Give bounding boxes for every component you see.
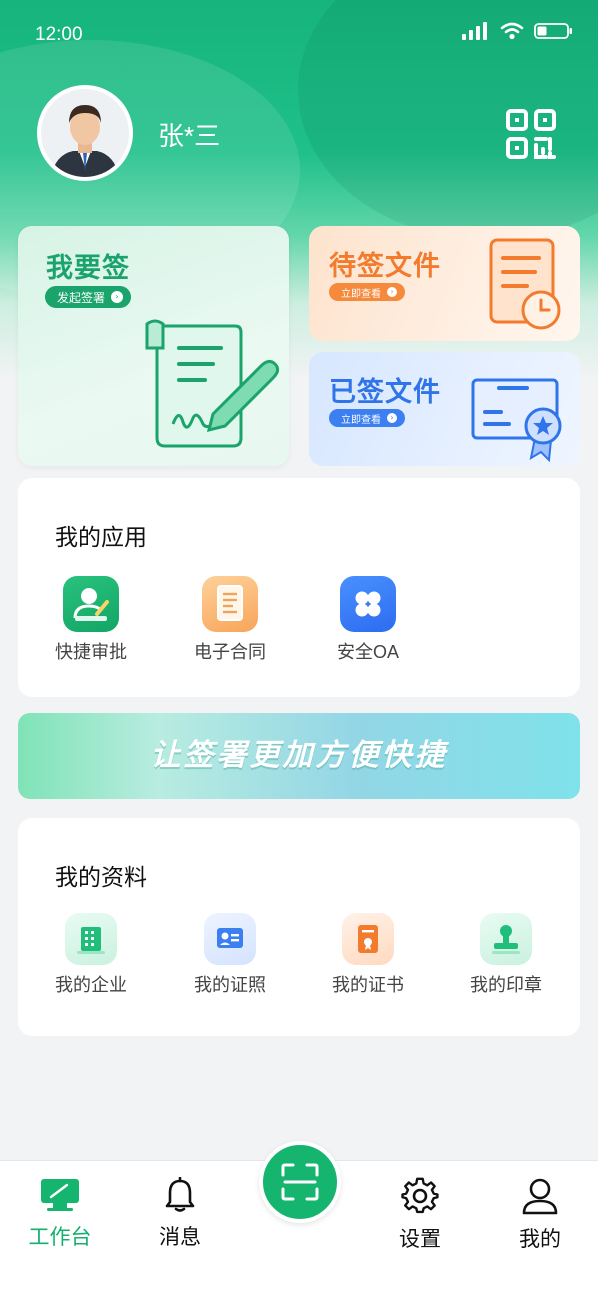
license-icon — [204, 913, 256, 965]
chevron-right-icon: › — [387, 287, 397, 297]
app-e-contract[interactable]: 电子合同 — [175, 576, 285, 664]
sign-document-icon — [145, 319, 280, 448]
status-time: 12:00 — [35, 24, 83, 45]
tab-workbench[interactable]: 工作台 — [15, 1177, 105, 1251]
oa-icon — [340, 576, 396, 632]
signed-view-label: 立即查看 — [341, 414, 381, 426]
sign-card-title: 我要签 — [46, 253, 130, 284]
avatar-portrait-icon — [41, 89, 129, 177]
profile-item-label: 我的证书 — [332, 975, 404, 995]
gear-icon — [401, 1177, 439, 1214]
my-profile-title: 我的资料 — [55, 864, 147, 890]
user-name: 张*三 — [158, 121, 221, 151]
tab-messages[interactable]: 消息 — [135, 1176, 225, 1251]
user-icon — [522, 1178, 558, 1215]
qr-code-icon[interactable] — [505, 108, 557, 160]
promo-banner[interactable]: 让签署更加方便快捷 — [18, 713, 580, 799]
status-icons — [462, 22, 574, 40]
certificate-icon — [342, 913, 394, 965]
profile-enterprise[interactable]: 我的企业 — [36, 913, 146, 997]
app-secure-oa[interactable]: 安全OA — [313, 576, 423, 664]
signed-files-card[interactable]: 已签文件 立即查看 › — [309, 352, 580, 466]
my-apps-panel: 我的应用 快捷审批 电子合同 安全OA — [18, 478, 580, 697]
certificate-badge-icon — [471, 378, 562, 462]
pending-view-label: 立即查看 — [341, 288, 381, 300]
tab-mine[interactable]: 我的 — [495, 1177, 585, 1253]
battery-icon — [534, 23, 572, 39]
banner-text: 让签署更加方便快捷 — [150, 739, 448, 772]
pending-files-card[interactable]: 待签文件 立即查看 › — [309, 226, 580, 341]
profile-certificate[interactable]: 我的证书 — [313, 913, 423, 997]
app-label: 电子合同 — [194, 642, 266, 662]
profile-item-label: 我的证照 — [194, 975, 266, 995]
wifi-icon — [500, 22, 524, 40]
my-profile-panel: 我的资料 我的企业 我的证照 我的证书 我的印章 — [18, 818, 580, 1036]
workbench-icon — [41, 1179, 79, 1211]
avatar[interactable] — [37, 85, 133, 181]
my-apps-title: 我的应用 — [55, 524, 147, 550]
contract-icon — [202, 576, 258, 632]
start-sign-button[interactable]: 发起签署 › — [45, 286, 132, 308]
scan-button[interactable] — [259, 1141, 341, 1223]
scan-icon — [281, 1163, 319, 1201]
pending-document-icon — [489, 238, 561, 330]
app-label: 快捷审批 — [55, 642, 127, 662]
tab-label: 我的 — [519, 1228, 561, 1251]
enterprise-icon — [65, 913, 117, 965]
signed-card-title: 已签文件 — [329, 377, 441, 408]
pending-card-title: 待签文件 — [329, 251, 441, 282]
tab-label: 消息 — [159, 1226, 201, 1249]
profile-item-label: 我的印章 — [470, 975, 542, 995]
start-sign-label: 发起签署 — [57, 290, 106, 305]
tab-settings[interactable]: 设置 — [375, 1177, 465, 1253]
signed-view-button[interactable]: 立即查看 › — [329, 409, 405, 427]
profile-license[interactable]: 我的证照 — [175, 913, 285, 997]
app-quick-approval[interactable]: 快捷审批 — [36, 576, 146, 664]
seal-icon — [480, 913, 532, 965]
pending-view-button[interactable]: 立即查看 › — [329, 283, 405, 301]
status-bar: 12:00 — [0, 0, 598, 70]
approval-icon — [63, 576, 119, 632]
sign-card[interactable]: 我要签 发起签署 › — [18, 226, 289, 466]
profile-seal[interactable]: 我的印章 — [451, 913, 561, 997]
tab-label: 工作台 — [28, 1226, 92, 1249]
bell-icon — [165, 1176, 195, 1212]
chevron-right-icon: › — [111, 291, 124, 303]
signal-icon — [462, 22, 487, 40]
tab-label: 设置 — [399, 1228, 441, 1251]
profile-item-label: 我的企业 — [55, 975, 127, 995]
chevron-right-icon: › — [387, 413, 397, 423]
app-label: 安全OA — [336, 642, 399, 662]
